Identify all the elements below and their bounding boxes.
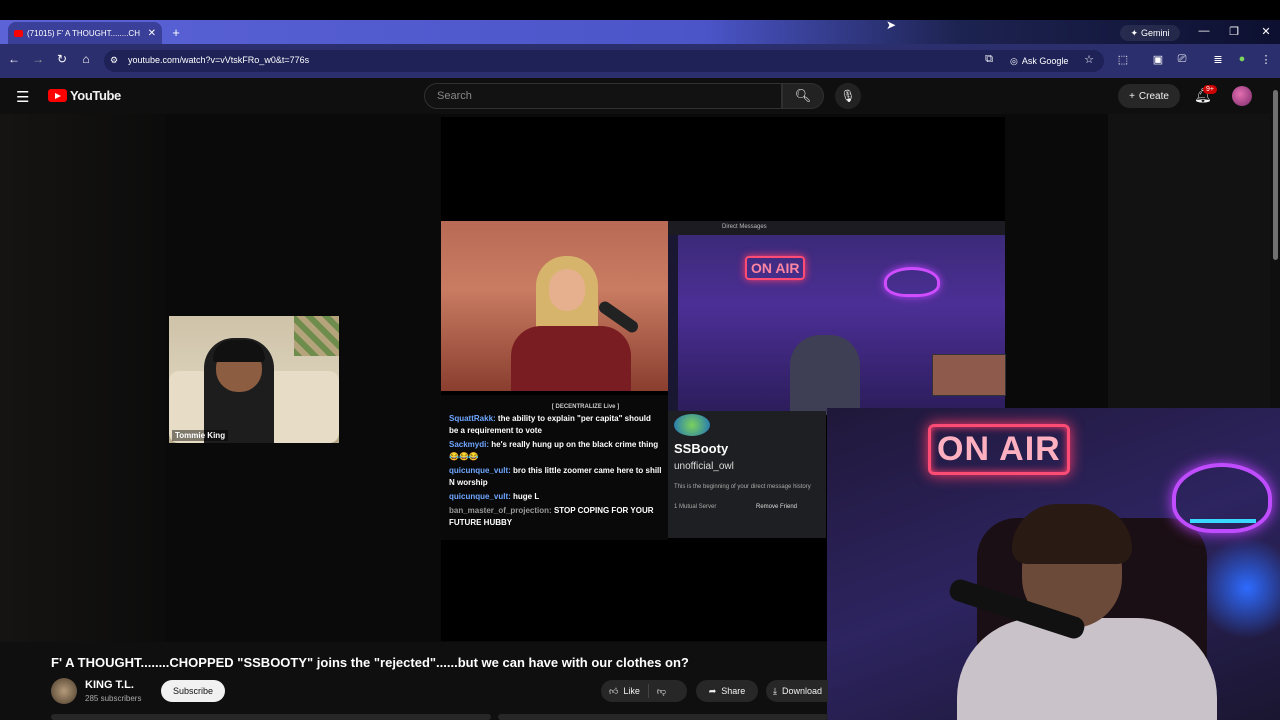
neon-cat-sign xyxy=(1172,463,1272,533)
guest-name-label: Tommie King xyxy=(172,430,229,441)
download-button[interactable]: ⤓ Download xyxy=(766,680,828,702)
create-button[interactable]: + Create xyxy=(1118,84,1180,108)
gemini-sparkle-icon: ✦ xyxy=(1130,27,1139,38)
channel-avatar[interactable] xyxy=(51,678,77,704)
discord-profile-panel: SSBooty unofficial_owl This is the begin… xyxy=(668,411,826,538)
account-avatar[interactable] xyxy=(1232,86,1252,106)
share-label: Share xyxy=(721,686,746,696)
mutual-servers: 1 Mutual Server xyxy=(674,504,717,510)
like-label: Like xyxy=(623,686,640,696)
recommendation-strip xyxy=(498,714,828,720)
tab-title: (71015) F' A THOUGHT........CH xyxy=(27,28,140,38)
minimize-button[interactable]: — xyxy=(1196,25,1212,37)
subscribe-button[interactable]: Subscribe xyxy=(161,680,225,702)
discord-window: ON AIR Direct Messages xyxy=(668,221,1006,415)
home-icon[interactable]: ⌂ xyxy=(78,52,94,66)
video-background-right xyxy=(1108,114,1270,412)
picture-in-picture-cam xyxy=(932,354,1006,396)
google-lens-icon: ◎ xyxy=(1010,55,1018,66)
back-arrow-icon[interactable]: ← xyxy=(6,52,22,66)
channel-name[interactable]: KING T.L. xyxy=(85,679,134,691)
like-button[interactable]: 👍︎ Like xyxy=(601,684,649,698)
mouse-cursor-icon: ➤ xyxy=(886,18,897,32)
ask-google-button[interactable]: ◎ Ask Google xyxy=(1004,52,1074,70)
search-input[interactable]: Search xyxy=(424,83,782,109)
streamer-webcam xyxy=(441,221,668,391)
cast-icon[interactable]: ⎚ xyxy=(1174,53,1190,66)
ask-google-label: Ask Google xyxy=(1021,56,1069,66)
search-icon[interactable]: 🔍︎ xyxy=(782,83,824,109)
browser-menu-icon[interactable]: ⋮ xyxy=(1258,53,1274,66)
youtube-favicon-icon xyxy=(14,29,23,37)
discord-header: Direct Messages xyxy=(668,221,1005,235)
youtube-logo[interactable]: YouTube xyxy=(48,88,121,103)
video-title: F' A THOUGHT........CHOPPED "SSBOOTY" jo… xyxy=(51,655,689,670)
youtube-logo-text: YouTube xyxy=(70,88,121,103)
notifications-badge: 9+ xyxy=(1203,85,1217,94)
create-label: Create xyxy=(1138,90,1169,102)
share-button[interactable]: ➦ Share xyxy=(696,680,758,702)
install-app-icon[interactable]: ⧉ xyxy=(981,53,997,66)
recommendation-strip xyxy=(51,714,491,720)
neon-cat-sign-small xyxy=(884,267,940,297)
page-scrollbar[interactable] xyxy=(1270,78,1280,408)
tab-close-icon[interactable]: ✕ xyxy=(148,28,156,39)
dislike-button[interactable]: 👎︎ xyxy=(649,686,674,697)
new-tab-button[interactable]: + xyxy=(168,25,184,41)
remove-friend-button: Remove Friend xyxy=(756,504,798,510)
browser-tab-active[interactable]: (71015) F' A THOUGHT........CH ✕ xyxy=(8,22,162,44)
profile-avatar xyxy=(674,414,710,436)
plus-icon: + xyxy=(1129,90,1135,102)
download-icon: ⤓ xyxy=(773,685,777,696)
sidepanel-icon[interactable]: ▣ xyxy=(1150,53,1166,66)
host-webcam-overlay: ON AIR xyxy=(827,408,1280,720)
forward-arrow-icon[interactable]: → xyxy=(30,52,46,66)
on-air-sign-small: ON AIR xyxy=(745,256,806,280)
menu-hamburger-icon[interactable]: ☰ xyxy=(16,88,29,106)
profile-username: unofficial_owl xyxy=(674,461,734,472)
extensions-icon[interactable]: ⬚ xyxy=(1115,53,1131,66)
profile-name: SSBooty xyxy=(674,441,729,456)
profile-icon[interactable]: ● xyxy=(1234,53,1250,65)
scrollbar-thumb[interactable] xyxy=(1273,90,1278,260)
reading-list-icon[interactable]: ≣ xyxy=(1210,53,1226,66)
chat-header: [ DECENTRALIZE Live ] xyxy=(551,404,620,410)
bookmark-star-icon[interactable]: ☆ xyxy=(1081,53,1097,66)
youtube-play-icon xyxy=(48,89,67,102)
video-background-left xyxy=(0,114,165,642)
like-dislike-group: 👍︎ Like 👎︎ xyxy=(601,680,687,702)
live-chat-overlay: [ DECENTRALIZE Live ] SquattRakk: the ab… xyxy=(441,395,668,540)
chat-message: quicunque_vult: bro this little zoomer c… xyxy=(449,466,662,487)
chat-message: Sackmydi: he's really hung up on the bla… xyxy=(449,440,659,461)
subscriber-count: 285 subscribers xyxy=(85,694,142,703)
gemini-label: Gemini xyxy=(1141,28,1170,38)
download-label: Download xyxy=(781,686,823,696)
site-info-icon[interactable]: ⚙ xyxy=(106,55,122,66)
gemini-button[interactable]: ✦ Gemini xyxy=(1120,25,1180,41)
chat-message: ban_master_of_projection: STOP COPING FO… xyxy=(449,506,654,527)
url-text[interactable]: youtube.com/watch?v=vVtskFRo_w0&t=776s xyxy=(128,55,309,65)
chat-message: quicunque_vult: huge L xyxy=(449,492,540,501)
thumbs-down-icon: 👎︎ xyxy=(656,685,667,696)
on-air-sign: ON AIR xyxy=(928,424,1070,475)
call-webcam: ON AIR xyxy=(678,235,1006,415)
guest-webcam xyxy=(169,316,339,443)
thumbs-up-icon: 👍︎ xyxy=(609,685,619,696)
chat-message: SquattRakk: the ability to explain "per … xyxy=(449,414,651,435)
restore-button[interactable]: ❐ xyxy=(1226,25,1242,38)
profile-description: This is the beginning of your direct mes… xyxy=(674,484,811,490)
close-window-button[interactable]: ✕ xyxy=(1258,25,1274,38)
microphone-icon[interactable]: 🎙︎ xyxy=(835,83,861,109)
share-arrow-icon: ➦ xyxy=(708,685,717,696)
browser-tab-strip xyxy=(0,0,1280,44)
reload-icon[interactable]: ↻ xyxy=(54,52,70,66)
